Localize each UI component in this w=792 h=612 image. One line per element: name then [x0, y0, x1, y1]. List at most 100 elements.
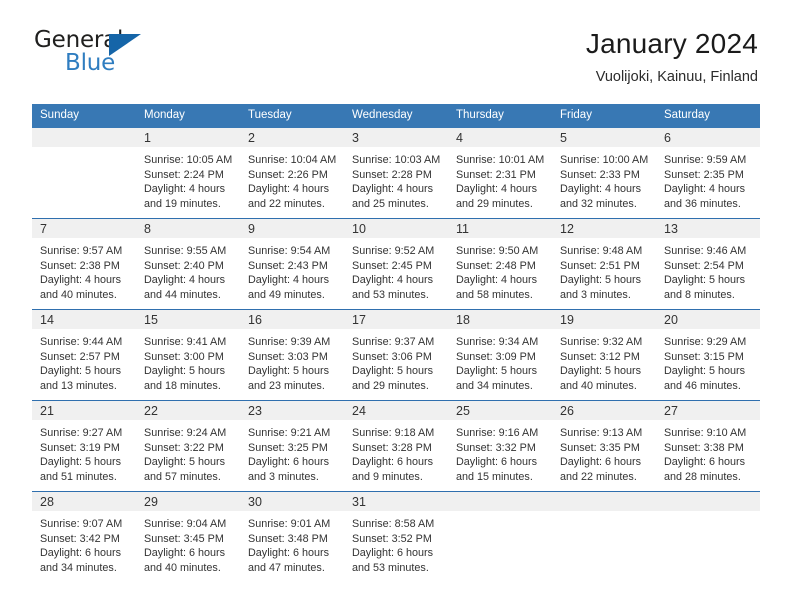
calendar-week-row: 7 Sunrise: 9:57 AM Sunset: 2:38 PM Daylight… [32, 218, 760, 310]
day-cell-19[interactable]: 19 Sunrise: 9:32 AM Sunset: 3:12 PM Dayligh… [552, 309, 656, 401]
day-details: Sunrise: 9:59 AM Sunset: 2:35 PM Daylight:… [656, 147, 760, 211]
sunset-line: Sunset: 3:42 PM [40, 532, 120, 545]
daylight-line-1: Daylight: 5 hours [560, 365, 642, 378]
daylight-line-2: and 53 minutes. [352, 561, 429, 574]
day-cell-23[interactable]: 23 Sunrise: 9:21 AM Sunset: 3:25 PM Dayligh… [240, 400, 344, 492]
day-cell-29[interactable]: 29 Sunrise: 9:04 AM Sunset: 3:45 PM Dayligh… [136, 491, 240, 582]
calendar-week-row: 21 Sunrise: 9:27 AM Sunset: 3:19 PM Dayligh… [32, 400, 760, 492]
day-cell-7[interactable]: 7 Sunrise: 9:57 AM Sunset: 2:38 PM Daylight… [32, 218, 136, 310]
calendar-week-row: 14 Sunrise: 9:44 AM Sunset: 2:57 PM Dayligh… [32, 309, 760, 401]
sunrise-line: Sunrise: 9:50 AM [456, 245, 539, 257]
day-details: Sunrise: 9:32 AM Sunset: 3:12 PM Daylight:… [552, 329, 656, 393]
day-cell-15[interactable]: 15 Sunrise: 9:41 AM Sunset: 3:00 PM Dayligh… [136, 309, 240, 401]
daylight-line-1: Daylight: 4 hours [144, 183, 226, 196]
day-details: Sunrise: 9:16 AM Sunset: 3:32 PM Daylight:… [448, 420, 552, 484]
day-cell-empty [32, 128, 136, 219]
day-cell-30[interactable]: 30 Sunrise: 9:01 AM Sunset: 3:48 PM Dayligh… [240, 491, 344, 582]
day-number: 22 [136, 401, 240, 420]
day-cell-18[interactable]: 18 Sunrise: 9:34 AM Sunset: 3:09 PM Dayligh… [448, 309, 552, 401]
sunset-line: Sunset: 2:28 PM [352, 168, 432, 181]
daylight-line-2: and 49 minutes. [248, 288, 325, 301]
day-cell-12[interactable]: 12 Sunrise: 9:48 AM Sunset: 2:51 PM Dayligh… [552, 218, 656, 310]
day-cell-16[interactable]: 16 Sunrise: 9:39 AM Sunset: 3:03 PM Dayligh… [240, 309, 344, 401]
day-number: 23 [240, 401, 344, 420]
sunrise-line: Sunrise: 9:32 AM [560, 336, 643, 348]
day-details: Sunrise: 9:34 AM Sunset: 3:09 PM Daylight:… [448, 329, 552, 393]
sunset-line: Sunset: 2:54 PM [664, 259, 744, 272]
sunset-line: Sunset: 2:48 PM [456, 259, 536, 272]
daylight-line-1: Daylight: 6 hours [144, 547, 226, 560]
day-cell-4[interactable]: 4 Sunrise: 10:01 AM Sunset: 2:31 PM Dayligh… [448, 128, 552, 219]
day-details: Sunrise: 9:07 AM Sunset: 3:42 PM Daylight:… [32, 511, 136, 575]
day-number: 16 [240, 310, 344, 329]
day-number: 14 [32, 310, 136, 329]
day-cell-2[interactable]: 2 Sunrise: 10:04 AM Sunset: 2:26 PM Dayligh… [240, 128, 344, 219]
day-cell-27[interactable]: 27 Sunrise: 9:10 AM Sunset: 3:38 PM Dayligh… [656, 400, 760, 492]
day-details: Sunrise: 9:44 AM Sunset: 2:57 PM Daylight:… [32, 329, 136, 393]
daylight-line-2: and 9 minutes. [352, 470, 423, 483]
sunrise-line: Sunrise: 9:18 AM [352, 427, 435, 439]
day-cell-5[interactable]: 5 Sunrise: 10:00 AM Sunset: 2:33 PM Dayligh… [552, 128, 656, 219]
day-number: 8 [136, 219, 240, 238]
day-number: 1 [136, 128, 240, 147]
day-details: Sunrise: 9:57 AM Sunset: 2:38 PM Daylight:… [32, 238, 136, 302]
sunrise-line: Sunrise: 9:29 AM [664, 336, 747, 348]
sunset-line: Sunset: 3:19 PM [40, 441, 120, 454]
weekday-header-friday: Friday [552, 104, 656, 128]
day-cell-20[interactable]: 20 Sunrise: 9:29 AM Sunset: 3:15 PM Dayligh… [656, 309, 760, 401]
sunrise-line: Sunrise: 9:46 AM [664, 245, 747, 257]
sunrise-line: Sunrise: 9:13 AM [560, 427, 643, 439]
daylight-line-2: and 32 minutes. [560, 197, 637, 210]
day-number: 10 [344, 219, 448, 238]
day-cell-24[interactable]: 24 Sunrise: 9:18 AM Sunset: 3:28 PM Dayligh… [344, 400, 448, 492]
day-details: Sunrise: 9:10 AM Sunset: 3:38 PM Daylight:… [656, 420, 760, 484]
day-cell-9[interactable]: 9 Sunrise: 9:54 AM Sunset: 2:43 PM Daylight… [240, 218, 344, 310]
day-cell-11[interactable]: 11 Sunrise: 9:50 AM Sunset: 2:48 PM Dayligh… [448, 218, 552, 310]
day-cell-8[interactable]: 8 Sunrise: 9:55 AM Sunset: 2:40 PM Daylight… [136, 218, 240, 310]
sunrise-line: Sunrise: 9:44 AM [40, 336, 123, 348]
day-details: Sunrise: 8:58 AM Sunset: 3:52 PM Daylight:… [344, 511, 448, 575]
sunset-line: Sunset: 3:00 PM [144, 350, 224, 363]
daylight-line-2: and 29 minutes. [352, 379, 429, 392]
sunset-line: Sunset: 3:06 PM [352, 350, 432, 363]
day-details: Sunrise: 9:54 AM Sunset: 2:43 PM Daylight:… [240, 238, 344, 302]
day-cell-6[interactable]: 6 Sunrise: 9:59 AM Sunset: 2:35 PM Daylight… [656, 128, 760, 219]
daylight-line-2: and 18 minutes. [144, 379, 221, 392]
day-cell-3[interactable]: 3 Sunrise: 10:03 AM Sunset: 2:28 PM Dayligh… [344, 128, 448, 219]
day-cell-25[interactable]: 25 Sunrise: 9:16 AM Sunset: 3:32 PM Dayligh… [448, 400, 552, 492]
day-cell-22[interactable]: 22 Sunrise: 9:24 AM Sunset: 3:22 PM Dayligh… [136, 400, 240, 492]
sunrise-line: Sunrise: 9:54 AM [248, 245, 331, 257]
sunrise-line: Sunrise: 9:27 AM [40, 427, 123, 439]
day-number: 30 [240, 492, 344, 511]
general-blue-logo[interactable]: General Blue [34, 26, 154, 82]
day-details: Sunrise: 10:05 AM Sunset: 2:24 PM Daylight… [136, 147, 240, 211]
title-block: January 2024 Vuolijoki, Kainuu, Finland [586, 26, 758, 88]
sunset-line: Sunset: 2:31 PM [456, 168, 536, 181]
day-cell-28[interactable]: 28 Sunrise: 9:07 AM Sunset: 3:42 PM Dayligh… [32, 491, 136, 582]
day-cell-21[interactable]: 21 Sunrise: 9:27 AM Sunset: 3:19 PM Dayligh… [32, 400, 136, 492]
daylight-line-2: and 53 minutes. [352, 288, 429, 301]
sunrise-line: Sunrise: 9:52 AM [352, 245, 435, 257]
day-details: Sunrise: 9:46 AM Sunset: 2:54 PM Daylight:… [656, 238, 760, 302]
daylight-line-2: and 58 minutes. [456, 288, 533, 301]
day-cell-17[interactable]: 17 Sunrise: 9:37 AM Sunset: 3:06 PM Dayligh… [344, 309, 448, 401]
sunset-line: Sunset: 2:26 PM [248, 168, 328, 181]
daylight-line-1: Daylight: 4 hours [144, 274, 226, 287]
day-cell-13[interactable]: 13 Sunrise: 9:46 AM Sunset: 2:54 PM Dayligh… [656, 218, 760, 310]
sunrise-line: Sunrise: 10:03 AM [352, 154, 441, 166]
day-cell-empty [552, 491, 656, 582]
sunset-line: Sunset: 2:24 PM [144, 168, 224, 181]
sunrise-line: Sunrise: 10:01 AM [456, 154, 545, 166]
sunrise-line: Sunrise: 9:55 AM [144, 245, 227, 257]
sunset-line: Sunset: 3:52 PM [352, 532, 432, 545]
sunrise-line: Sunrise: 9:59 AM [664, 154, 747, 166]
day-cell-14[interactable]: 14 Sunrise: 9:44 AM Sunset: 2:57 PM Dayligh… [32, 309, 136, 401]
day-cell-26[interactable]: 26 Sunrise: 9:13 AM Sunset: 3:35 PM Dayligh… [552, 400, 656, 492]
day-details: Sunrise: 9:50 AM Sunset: 2:48 PM Daylight:… [448, 238, 552, 302]
day-cell-10[interactable]: 10 Sunrise: 9:52 AM Sunset: 2:45 PM Dayligh… [344, 218, 448, 310]
day-cell-1[interactable]: 1 Sunrise: 10:05 AM Sunset: 2:24 PM Dayligh… [136, 128, 240, 219]
day-cell-31[interactable]: 31 Sunrise: 8:58 AM Sunset: 3:52 PM Dayligh… [344, 491, 448, 582]
daylight-line-2: and 34 minutes. [456, 379, 533, 392]
daylight-line-2: and 29 minutes. [456, 197, 533, 210]
daylight-line-1: Daylight: 5 hours [144, 456, 226, 469]
